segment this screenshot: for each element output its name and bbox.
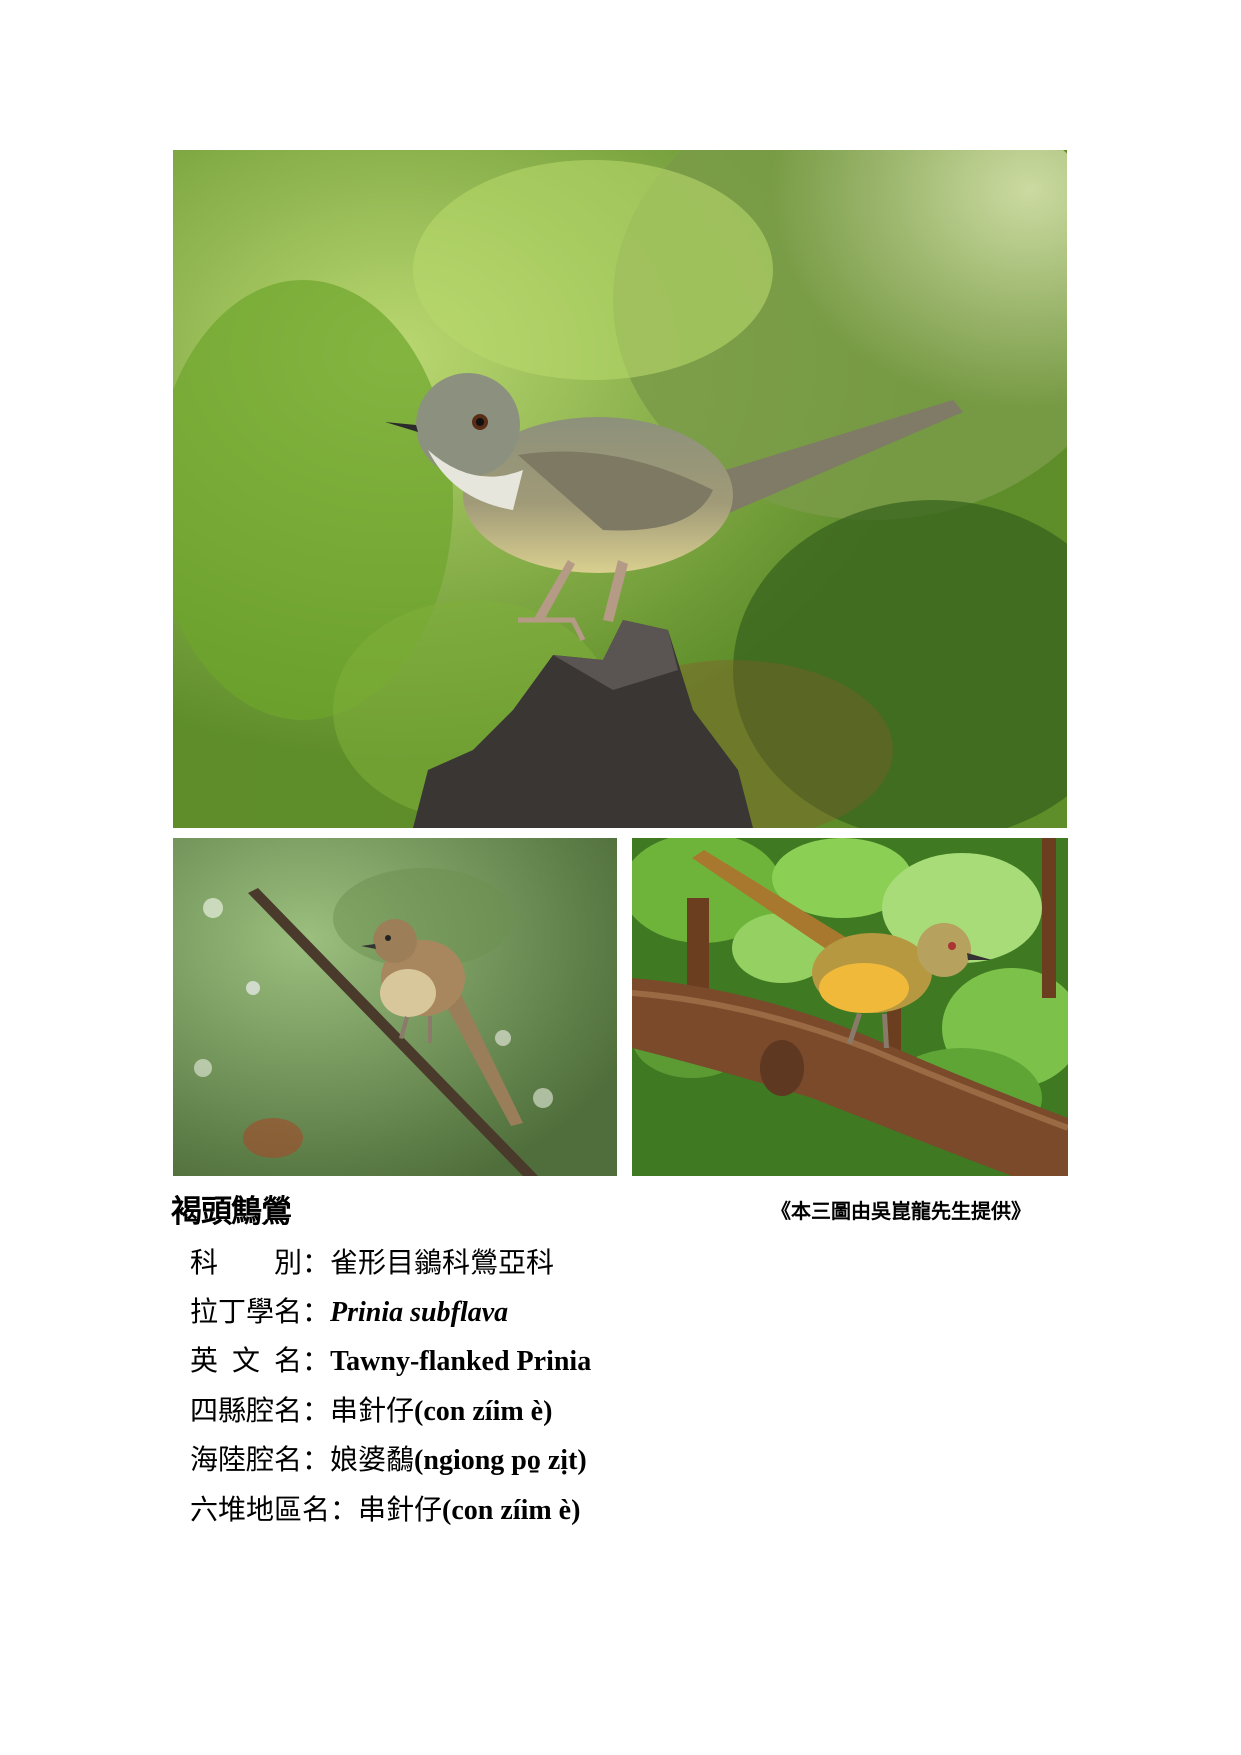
main-bird-photo xyxy=(173,150,1067,828)
english-name-label-second: 文 xyxy=(232,1344,261,1377)
hailu-name-value-hanzi: 娘婆鷸 xyxy=(330,1443,415,1476)
liudui-name-value-hanzi: 串針仔 xyxy=(358,1493,443,1526)
latin-name-colon: ： xyxy=(302,1295,331,1328)
photo-credit: 《本三圖由吳崑龍先生提供》 xyxy=(771,1199,1031,1223)
liudui-name-label: 六堆地區名 xyxy=(190,1493,331,1526)
english-name-field: 英文名：Tawny-flanked Prinia xyxy=(190,1347,591,1376)
liudui-name-field: 六堆地區名：串針仔(con zíim è) xyxy=(190,1496,580,1525)
family-field: 科 別：雀形目鶲科鶯亞科 xyxy=(190,1249,554,1277)
hailu-name-value-romanization: (ngiong po̱ zịt) xyxy=(414,1445,587,1476)
family-value: 雀形目鶲科鶯亞科 xyxy=(330,1246,555,1279)
family-label-second: 別 xyxy=(274,1246,303,1279)
english-name-label-third: 名 xyxy=(274,1344,303,1377)
english-name-colon: ： xyxy=(302,1344,331,1377)
hailu-name-label: 海陸腔名 xyxy=(190,1443,303,1476)
english-name-value: Tawny-flanked Prinia xyxy=(330,1346,592,1377)
latin-name-field: 拉丁學名：Prinia subflava xyxy=(190,1298,508,1327)
left-bird-photo xyxy=(173,838,617,1176)
liudui-name-colon: ： xyxy=(330,1493,359,1526)
right-bird-photo xyxy=(632,838,1068,1176)
english-name-label-first: 英 xyxy=(190,1344,219,1377)
sixian-name-colon: ： xyxy=(302,1394,331,1427)
liudui-name-value-romanization: (con zíim è) xyxy=(442,1495,581,1526)
family-colon: ： xyxy=(302,1246,331,1279)
latin-name-label: 拉丁學名 xyxy=(190,1295,303,1328)
sixian-name-value-romanization: (con zíim è) xyxy=(414,1396,553,1427)
hailu-name-field: 海陸腔名：娘婆鷸(ngiong po̱ zịt) xyxy=(190,1446,587,1475)
species-title: 褐頭鷦鶯 xyxy=(171,1194,292,1230)
family-label-first: 科 xyxy=(190,1246,219,1279)
sixian-name-label: 四縣腔名 xyxy=(190,1394,303,1427)
hailu-name-colon: ： xyxy=(302,1443,331,1476)
sixian-name-value-hanzi: 串針仔 xyxy=(330,1394,415,1427)
latin-name-value: Prinia subflava xyxy=(330,1297,509,1328)
sixian-name-field: 四縣腔名：串針仔(con zíim è) xyxy=(190,1397,552,1426)
